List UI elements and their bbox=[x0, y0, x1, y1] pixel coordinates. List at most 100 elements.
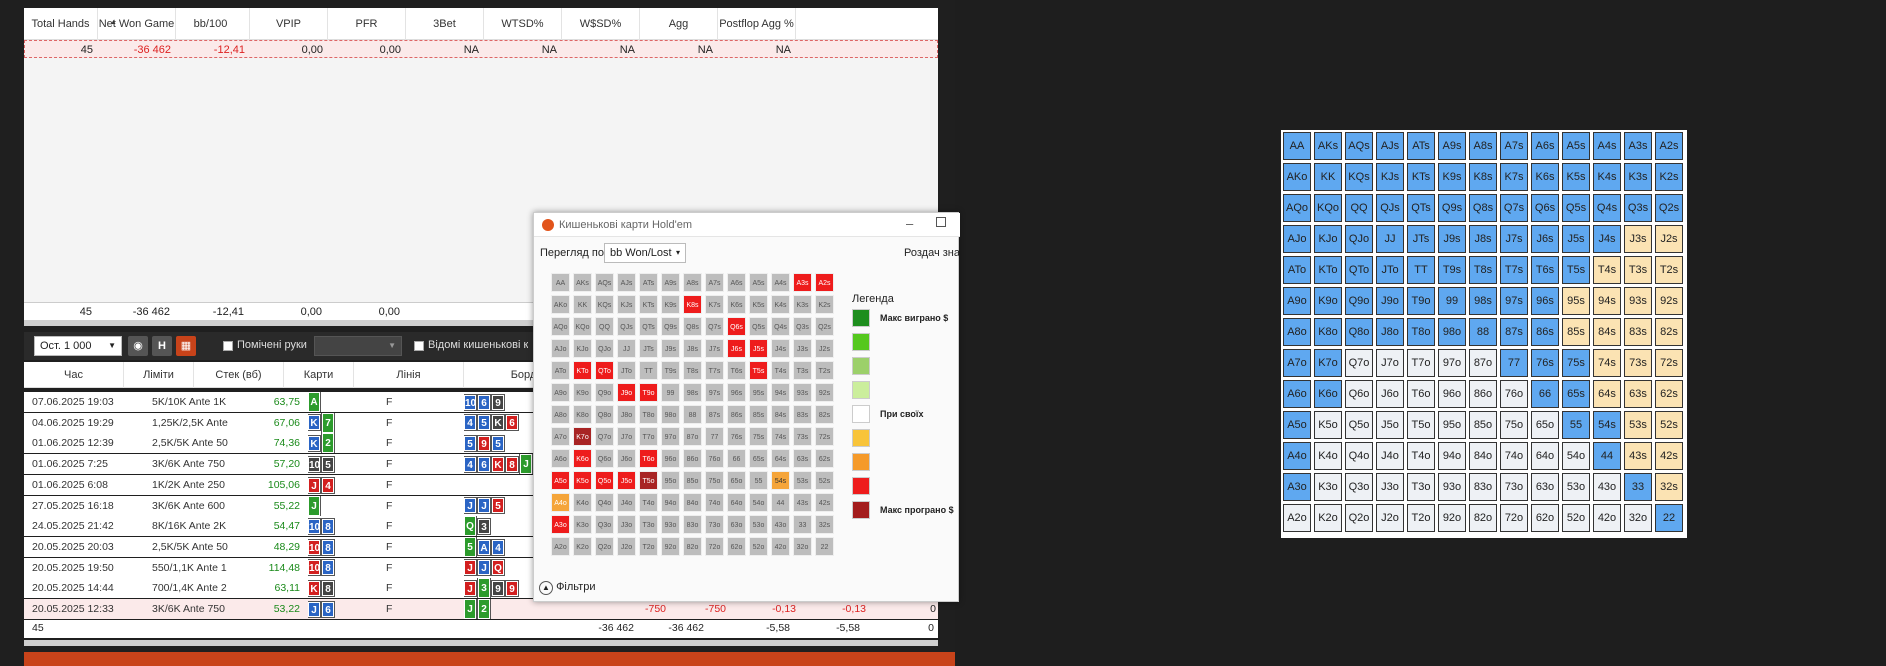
range-grid-cell[interactable]: T8s bbox=[1469, 256, 1497, 284]
h-button[interactable]: H bbox=[152, 336, 172, 356]
small-grid-cell[interactable]: 52o bbox=[749, 537, 768, 556]
small-grid-cell[interactable]: T3s bbox=[793, 361, 812, 380]
range-grid-cell[interactable]: 82s bbox=[1655, 318, 1683, 346]
range-grid-cell[interactable]: TT bbox=[1407, 256, 1435, 284]
range-grid-cell[interactable]: 42o bbox=[1593, 504, 1621, 532]
small-grid-cell[interactable]: QTo bbox=[595, 361, 614, 380]
small-grid-cell[interactable]: 33 bbox=[793, 515, 812, 534]
small-grid-cell[interactable]: Q9o bbox=[595, 383, 614, 402]
small-grid-cell[interactable]: 95s bbox=[749, 383, 768, 402]
range-grid-cell[interactable]: J4o bbox=[1376, 442, 1404, 470]
range-grid-cell[interactable]: J9o bbox=[1376, 287, 1404, 315]
range-grid-cell[interactable]: 43s bbox=[1624, 442, 1652, 470]
range-grid-cell[interactable]: T9s bbox=[1438, 256, 1466, 284]
range-grid-cell[interactable]: J6o bbox=[1376, 380, 1404, 408]
small-grid-cell[interactable]: J4s bbox=[771, 339, 790, 358]
small-grid-cell[interactable]: J3o bbox=[617, 515, 636, 534]
small-grid-cell[interactable]: J2s bbox=[815, 339, 834, 358]
range-grid-cell[interactable]: 87s bbox=[1500, 318, 1528, 346]
range-grid-cell[interactable]: Q5o bbox=[1345, 411, 1373, 439]
range-grid-cell[interactable]: K9s bbox=[1438, 163, 1466, 191]
range-grid-cell[interactable]: A7s bbox=[1500, 132, 1528, 160]
range-grid-cell[interactable]: K6s bbox=[1531, 163, 1559, 191]
range-grid-cell[interactable]: K5s bbox=[1562, 163, 1590, 191]
small-grid-cell[interactable]: Q8s bbox=[683, 317, 702, 336]
small-grid-cell[interactable]: Q3o bbox=[595, 515, 614, 534]
stats-header-cell[interactable]: PFR bbox=[328, 8, 406, 40]
range-grid-cell[interactable]: A9s bbox=[1438, 132, 1466, 160]
range-grid-cell[interactable]: Q2o bbox=[1345, 504, 1373, 532]
small-grid-cell[interactable]: Q4s bbox=[771, 317, 790, 336]
range-grid-cell[interactable]: 66 bbox=[1531, 380, 1559, 408]
range-grid-cell[interactable]: 73s bbox=[1624, 349, 1652, 377]
small-grid-cell[interactable]: A3o bbox=[551, 515, 570, 534]
range-grid-cell[interactable]: A6o bbox=[1283, 380, 1311, 408]
small-grid-cell[interactable]: A4o bbox=[551, 493, 570, 512]
small-grid-cell[interactable]: 62o bbox=[727, 537, 746, 556]
range-grid-cell[interactable]: K4o bbox=[1314, 442, 1342, 470]
small-grid-cell[interactable]: A6s bbox=[727, 273, 746, 292]
range-grid-cell[interactable]: 76s bbox=[1531, 349, 1559, 377]
small-grid-cell[interactable]: 63o bbox=[727, 515, 746, 534]
range-grid-cell[interactable]: K2o bbox=[1314, 504, 1342, 532]
small-grid-cell[interactable]: K9o bbox=[573, 383, 592, 402]
small-grid-cell[interactable]: 65s bbox=[749, 449, 768, 468]
maximize-icon[interactable] bbox=[936, 217, 946, 227]
small-grid-cell[interactable]: KQs bbox=[595, 295, 614, 314]
range-grid-cell[interactable]: J5s bbox=[1562, 225, 1590, 253]
small-grid-cell[interactable]: T6s bbox=[727, 361, 746, 380]
small-grid-cell[interactable]: J6o bbox=[617, 449, 636, 468]
small-grid-cell[interactable]: 74s bbox=[771, 427, 790, 446]
range-grid-cell[interactable]: 86s bbox=[1531, 318, 1559, 346]
small-grid-cell[interactable]: 74o bbox=[705, 493, 724, 512]
range-grid-cell[interactable]: J8o bbox=[1376, 318, 1404, 346]
range-grid-cell[interactable]: J8s bbox=[1469, 225, 1497, 253]
small-grid-cell[interactable]: ATo bbox=[551, 361, 570, 380]
range-grid-cell[interactable]: 95s bbox=[1562, 287, 1590, 315]
small-grid-cell[interactable]: 93o bbox=[661, 515, 680, 534]
small-grid-cell[interactable]: T4o bbox=[639, 493, 658, 512]
range-grid-cell[interactable]: 54s bbox=[1593, 411, 1621, 439]
small-grid-cell[interactable]: AQo bbox=[551, 317, 570, 336]
range-grid-cell[interactable]: Q7o bbox=[1345, 349, 1373, 377]
range-grid-cell[interactable]: A2s bbox=[1655, 132, 1683, 160]
small-grid-cell[interactable]: KTs bbox=[639, 295, 658, 314]
small-grid-cell[interactable]: T4s bbox=[771, 361, 790, 380]
hands-header-cell[interactable]: Стек (вб) bbox=[194, 362, 284, 388]
minimize-icon[interactable]: – bbox=[906, 216, 913, 231]
small-grid-cell[interactable]: 53s bbox=[793, 471, 812, 490]
range-grid-cell[interactable]: 32s bbox=[1655, 473, 1683, 501]
range-grid-cell[interactable]: 43o bbox=[1593, 473, 1621, 501]
small-grid-cell[interactable]: K5o bbox=[573, 471, 592, 490]
range-grid-cell[interactable]: T4o bbox=[1407, 442, 1435, 470]
range-grid-cell[interactable]: 55 bbox=[1562, 411, 1590, 439]
range-grid-cell[interactable]: JJ bbox=[1376, 225, 1404, 253]
marked-hands-checkbox[interactable] bbox=[223, 341, 233, 351]
small-grid-cell[interactable]: J5s bbox=[749, 339, 768, 358]
range-grid-cell[interactable]: T5o bbox=[1407, 411, 1435, 439]
small-grid-cell[interactable]: AJs bbox=[617, 273, 636, 292]
range-grid-cell[interactable]: 44 bbox=[1593, 442, 1621, 470]
small-grid-cell[interactable]: T7o bbox=[639, 427, 658, 446]
small-grid-cell[interactable]: JTs bbox=[639, 339, 658, 358]
small-grid-cell[interactable]: 76s bbox=[727, 427, 746, 446]
small-grid-cell[interactable]: 62s bbox=[815, 449, 834, 468]
small-grid-cell[interactable]: J9o bbox=[617, 383, 636, 402]
small-grid-cell[interactable]: K4s bbox=[771, 295, 790, 314]
range-grid-cell[interactable]: K5o bbox=[1314, 411, 1342, 439]
range-grid-cell[interactable]: A6s bbox=[1531, 132, 1559, 160]
small-grid-cell[interactable]: A8s bbox=[683, 273, 702, 292]
range-grid-cell[interactable]: 96o bbox=[1438, 380, 1466, 408]
range-grid-cell[interactable]: A5s bbox=[1562, 132, 1590, 160]
small-grid-cell[interactable]: 22 bbox=[815, 537, 834, 556]
range-grid-cell[interactable]: J5o bbox=[1376, 411, 1404, 439]
small-grid-cell[interactable]: AJo bbox=[551, 339, 570, 358]
range-grid-cell[interactable]: K3s bbox=[1624, 163, 1652, 191]
range-grid-cell[interactable]: 32o bbox=[1624, 504, 1652, 532]
small-grid-cell[interactable]: 43s bbox=[793, 493, 812, 512]
small-grid-cell[interactable]: T5s bbox=[749, 361, 768, 380]
range-grid-cell[interactable]: KTs bbox=[1407, 163, 1435, 191]
hands-header-cell[interactable]: Лінія bbox=[354, 362, 464, 388]
range-grid-cell[interactable]: AQo bbox=[1283, 194, 1311, 222]
range-grid-cell[interactable]: T7s bbox=[1500, 256, 1528, 284]
